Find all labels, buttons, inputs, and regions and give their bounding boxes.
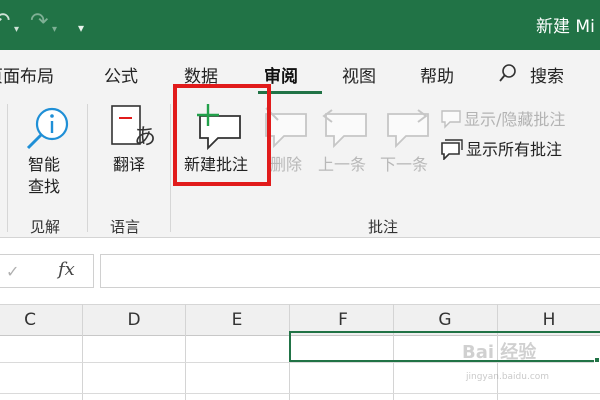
smart-lookup-label-2[interactable]: 查找 (28, 176, 60, 198)
next-comment-label[interactable]: 下一条 (380, 154, 428, 176)
insert-function-icon[interactable]: fx (58, 259, 75, 280)
customize-qat-icon[interactable]: ▾ (78, 16, 84, 40)
group-label-language: 语言 (110, 218, 141, 236)
show-all-comments-label: 显示所有批注 (466, 140, 563, 159)
group-label-insights: 见解 (30, 218, 61, 236)
translate-icon[interactable]: あ (110, 104, 156, 154)
fill-handle[interactable] (594, 357, 600, 363)
watermark-text: Bai 经验 (462, 342, 537, 363)
highlight-box (173, 84, 271, 186)
undo-dropdown-icon[interactable]: ▾ (14, 18, 19, 42)
undo-icon[interactable]: ↶ (0, 10, 10, 34)
group-separator (87, 104, 88, 232)
column-header-e[interactable]: E (229, 310, 245, 330)
group-separator (170, 104, 171, 232)
smart-lookup-icon[interactable] (22, 104, 72, 156)
svg-text:あ: あ (134, 125, 156, 150)
show-hide-comment-label: 显示/隐藏批注 (464, 110, 566, 129)
show-all-comments-button[interactable]: 显示所有批注 (440, 136, 562, 164)
search-icon[interactable] (498, 62, 518, 88)
column-header-f[interactable]: F (335, 310, 351, 330)
previous-comment-icon[interactable] (322, 104, 370, 154)
show-hide-comment-button[interactable]: 显示/隐藏批注 (440, 106, 565, 133)
tab-help[interactable]: 帮助 (420, 62, 454, 87)
group-separator (7, 104, 8, 232)
show-hide-comment-icon (440, 109, 462, 133)
column-header-g[interactable]: G (437, 310, 453, 330)
watermark-sub-text: jingyan.baidu.com (466, 372, 550, 382)
formula-input[interactable] (100, 254, 600, 288)
tab-search[interactable]: 搜索 (530, 62, 564, 87)
smart-lookup-label-1[interactable]: 智能 (28, 154, 60, 176)
tab-view[interactable]: 视图 (342, 62, 376, 87)
translate-label[interactable]: 翻译 (113, 154, 145, 176)
column-header-c[interactable]: C (22, 310, 38, 330)
enter-check-icon[interactable]: ✓ (6, 262, 19, 281)
column-header-h[interactable]: H (541, 310, 557, 330)
next-comment-icon[interactable] (384, 104, 432, 154)
previous-comment-label[interactable]: 上一条 (318, 154, 366, 176)
show-all-comments-icon (440, 138, 464, 164)
ribbon-tabs: 页面布局 公式 数据 审阅 视图 帮助 搜索 (0, 50, 600, 94)
redo-dropdown-icon[interactable]: ▾ (52, 18, 57, 42)
column-header-d[interactable]: D (126, 310, 142, 330)
window-title: 新建 Mi (536, 17, 595, 37)
title-bar: ↶ ▾ ↷ ▾ ▾ 新建 Mi (0, 0, 600, 50)
redo-icon[interactable]: ↷ (30, 10, 48, 34)
tab-formulas[interactable]: 公式 (104, 62, 138, 87)
row-gridline (0, 393, 600, 394)
group-label-comments: 批注 (368, 218, 399, 236)
column-gridline (82, 304, 83, 400)
tab-page-layout[interactable]: 页面布局 (0, 62, 54, 87)
selected-cell-range[interactable] (289, 331, 600, 362)
column-gridline (185, 304, 186, 400)
delete-comment-label[interactable]: 删除 (270, 154, 302, 176)
